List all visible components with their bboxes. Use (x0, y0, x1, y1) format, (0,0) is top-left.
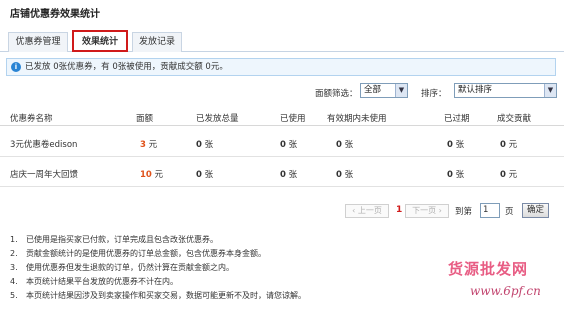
table-header: 优惠券名称 面额 已发放总量 已使用 有效期内未使用 已过期 成交贡献 (0, 108, 564, 126)
header-amount: 面额 (136, 114, 154, 124)
coupon-name: 店庆一周年大回馈 (10, 170, 79, 180)
expired-count: 0 张 (447, 140, 465, 150)
summary-info-bar: i 已发放 0张优惠券，有 0张被使用，贡献成交额 0元。 (6, 58, 556, 76)
coupon-amount: 3 元 (140, 140, 158, 150)
denomination-filter-label: 面额筛选： (315, 89, 358, 99)
chevron-down-icon: ▼ (544, 84, 556, 97)
denomination-filter-value: 全部 (364, 85, 382, 95)
tab-coupon-management[interactable]: 优惠券管理 (8, 32, 68, 52)
unused-count: 0 张 (336, 140, 354, 150)
next-page-button[interactable]: 下一页 › (405, 204, 449, 218)
notes-list: 1. 已使用是指买家已付款，订单完成且包含改张优惠券。 2. 贡献金额统计的是使用优… (10, 233, 306, 303)
tab-bar: 优惠券管理 效果统计 发放记录 (0, 30, 564, 52)
header-used: 已使用 (280, 114, 306, 124)
header-coupon-name: 优惠券名称 (10, 114, 53, 124)
header-contribution: 成交贡献 (497, 114, 532, 124)
sort-label: 排序： (421, 89, 447, 99)
used-count: 0 张 (280, 170, 298, 180)
contribution-amount: 0 元 (500, 140, 518, 150)
header-issued-total: 已发放总量 (196, 114, 239, 124)
coupon-amount: 10 元 (140, 170, 164, 180)
current-page: 1 (396, 205, 403, 215)
table-row: 店庆一周年大回馈 10 元 0 张 0 张 0 张 0 张 0 元 (0, 157, 564, 187)
table-row: 3元优惠卷edison 3 元 0 张 0 张 0 张 0 张 0 元 (0, 127, 564, 157)
coupon-name: 3元优惠卷edison (10, 140, 78, 150)
watermark-text: 货源批发网 (448, 260, 529, 278)
info-icon: i (11, 62, 21, 72)
tab-issue-records[interactable]: 发放记录 (132, 32, 182, 52)
header-expired: 已过期 (444, 114, 470, 124)
expired-count: 0 张 (447, 170, 465, 180)
page-number-input[interactable]: 1 (480, 203, 500, 218)
list-item: 2. 贡献金额统计的是使用优惠券的订单总金额，包含优惠券本身金额。 (10, 249, 266, 258)
denomination-filter-select[interactable]: 全部 ▼ (360, 83, 408, 98)
unused-count: 0 张 (336, 170, 354, 180)
list-item: 5. 本页统计结果因涉及到卖家操作和买家交易，数据可能更新不及时，请您谅解。 (10, 291, 306, 300)
tab-effect-statistics[interactable]: 效果统计 (72, 30, 128, 52)
contribution-amount: 0 元 (500, 170, 518, 180)
list-item: 1. 已使用是指买家已付款，订单完成且包含改张优惠券。 (10, 235, 218, 244)
summary-text: 已发放 0张优惠券，有 0张被使用，贡献成交额 0元。 (25, 62, 228, 72)
list-item: 4. 本页统计结果平台发放的优惠券不计在内。 (10, 277, 178, 286)
confirm-button[interactable]: 确定 (522, 203, 549, 218)
goto-label: 到第 (455, 207, 473, 217)
prev-page-button[interactable]: ‹ 上一页 (345, 204, 389, 218)
header-unused-valid: 有效期内未使用 (327, 114, 387, 124)
list-item: 3. 使用优惠券但发生退款的订单，仍然计算在贡献金额之内。 (10, 263, 234, 272)
page-title: 店铺优惠券效果统计 (10, 9, 100, 20)
watermark-url: www.6pf.cn (470, 284, 541, 298)
used-count: 0 张 (280, 140, 298, 150)
issued-count: 0 张 (196, 140, 214, 150)
issued-count: 0 张 (196, 170, 214, 180)
chevron-down-icon: ▼ (395, 84, 407, 97)
page-word: 页 (505, 207, 514, 217)
sort-select[interactable]: 默认排序 ▼ (454, 83, 557, 98)
sort-value: 默认排序 (458, 85, 493, 95)
